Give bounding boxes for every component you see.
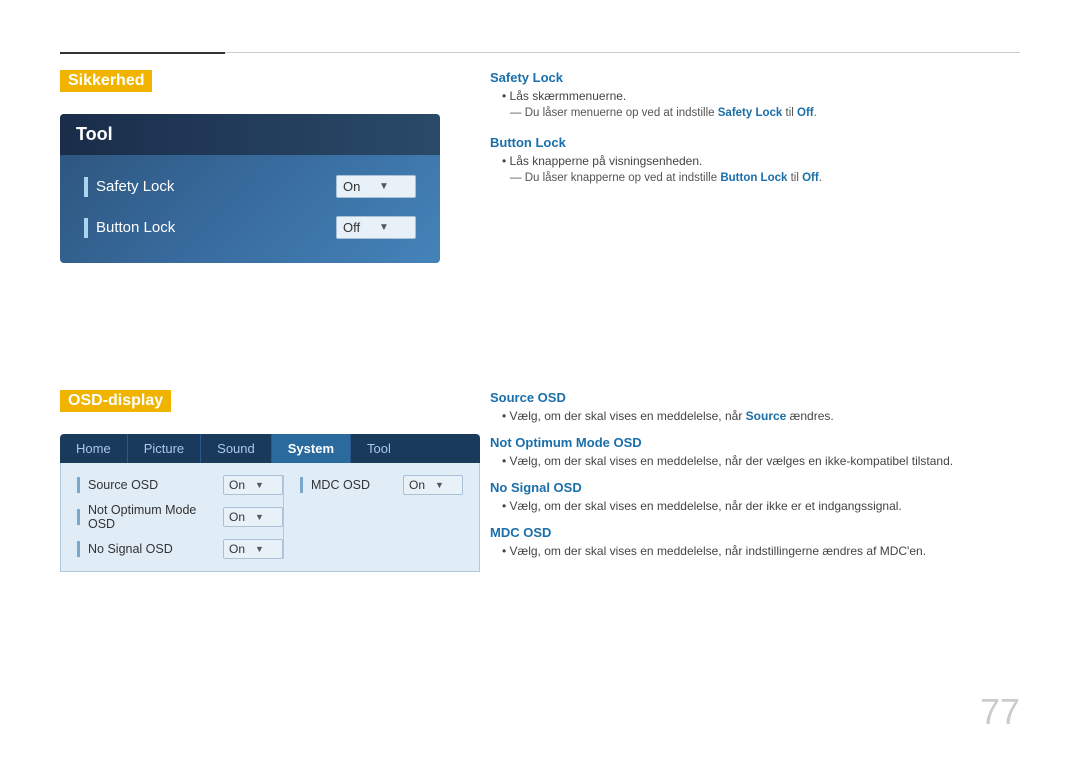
safety-lock-arrow: ▼ bbox=[379, 181, 409, 192]
tool-panel-body: Safety Lock On ▼ Button Lock Off ▼ bbox=[60, 155, 440, 263]
tool-panel-header: Tool bbox=[60, 114, 440, 155]
button-lock-arrow: ▼ bbox=[379, 222, 409, 233]
osd-source-indicator bbox=[77, 477, 80, 493]
osd-nav-picture[interactable]: Picture bbox=[128, 434, 201, 463]
safety-lock-label: Safety Lock bbox=[96, 178, 336, 195]
osd-section: OSD-display Home Picture Sound System To… bbox=[60, 390, 480, 572]
safety-lock-indicator bbox=[84, 177, 88, 197]
osd-notoptimum-indicator bbox=[77, 509, 80, 525]
button-lock-select[interactable]: Off ▼ bbox=[336, 216, 416, 239]
osd-mdc-row: MDC OSD On ▼ bbox=[300, 475, 463, 495]
mdc-osd-info-block: MDC OSD • Vælg, om der skal vises en med… bbox=[490, 525, 1020, 558]
osd-nav-tool[interactable]: Tool bbox=[351, 434, 407, 463]
osd-source-label: Source OSD bbox=[88, 478, 223, 492]
button-lock-bullet: • Lås knapperne på visningsenheden. bbox=[502, 154, 1020, 168]
osd-mdc-indicator bbox=[300, 477, 303, 493]
no-signal-title: No Signal OSD bbox=[490, 480, 1020, 495]
osd-nav-home[interactable]: Home bbox=[60, 434, 128, 463]
tool-panel-title: Tool bbox=[76, 124, 113, 144]
safety-lock-select[interactable]: On ▼ bbox=[336, 175, 416, 198]
osd-notoptimum-value: On bbox=[229, 510, 251, 524]
osd-source-value: On bbox=[229, 478, 251, 492]
osd-mdc-select[interactable]: On ▼ bbox=[403, 475, 463, 495]
button-lock-label: Button Lock bbox=[96, 219, 336, 236]
osd-nosignal-value: On bbox=[229, 542, 251, 556]
button-lock-value: Off bbox=[343, 220, 373, 235]
osd-source-arrow: ▼ bbox=[255, 480, 277, 490]
osd-nosignal-indicator bbox=[77, 541, 80, 557]
page-container: Sikkerhed Tool Safety Lock On ▼ bbox=[0, 0, 1080, 763]
osd-notoptimum-select[interactable]: On ▼ bbox=[223, 507, 283, 527]
osd-nav-sound[interactable]: Sound bbox=[201, 434, 272, 463]
safety-lock-row: Safety Lock On ▼ bbox=[84, 175, 416, 198]
osd-body: Source OSD On ▼ Not Optimum Mode OSD On … bbox=[60, 463, 480, 572]
not-optimum-bullet: • Vælg, om der skal vises en meddelelse,… bbox=[502, 454, 1020, 468]
osd-source-row: Source OSD On ▼ bbox=[77, 475, 283, 495]
osd-mdc-label: MDC OSD bbox=[311, 478, 403, 492]
no-signal-info-block: No Signal OSD • Vælg, om der skal vises … bbox=[490, 480, 1020, 513]
no-signal-bullet: • Vælg, om der skal vises en meddelelse,… bbox=[502, 499, 1020, 513]
source-osd-bullet: • Vælg, om der skal vises en meddelelse,… bbox=[502, 409, 1020, 423]
mdc-osd-bullet: • Vælg, om der skal vises en meddelelse,… bbox=[502, 544, 1020, 558]
osd-left-rows: Source OSD On ▼ Not Optimum Mode OSD On … bbox=[77, 475, 283, 559]
sikkerhed-section: Sikkerhed Tool Safety Lock On ▼ bbox=[60, 70, 440, 263]
osd-source-select[interactable]: On ▼ bbox=[223, 475, 283, 495]
not-optimum-info-block: Not Optimum Mode OSD • Vælg, om der skal… bbox=[490, 435, 1020, 468]
osd-mdc-value: On bbox=[409, 478, 431, 492]
button-lock-info-block: Button Lock • Lås knapperne på visningse… bbox=[490, 135, 1020, 184]
page-number: 77 bbox=[980, 691, 1020, 733]
osd-nav: Home Picture Sound System Tool bbox=[60, 434, 480, 463]
osd-nosignal-select[interactable]: On ▼ bbox=[223, 539, 283, 559]
top-rule-accent bbox=[60, 52, 225, 54]
osd-nosignal-arrow: ▼ bbox=[255, 544, 277, 554]
osd-nosignal-row: No Signal OSD On ▼ bbox=[77, 539, 283, 559]
sikkerhed-info: Safety Lock • Lås skærmmenuerne. ― Du lå… bbox=[490, 70, 1020, 192]
osd-nosignal-label: No Signal OSD bbox=[88, 542, 223, 556]
safety-lock-info-title: Safety Lock bbox=[490, 70, 1020, 85]
not-optimum-title: Not Optimum Mode OSD bbox=[490, 435, 1020, 450]
osd-right-rows: MDC OSD On ▼ bbox=[283, 475, 463, 559]
osd-heading: OSD-display bbox=[60, 390, 171, 412]
source-osd-info-block: Source OSD • Vælg, om der skal vises en … bbox=[490, 390, 1020, 423]
safety-lock-info-block: Safety Lock • Lås skærmmenuerne. ― Du lå… bbox=[490, 70, 1020, 119]
safety-lock-sub: ― Du låser menuerne op ved at indstille … bbox=[510, 107, 1020, 119]
osd-notoptimum-arrow: ▼ bbox=[255, 512, 277, 522]
button-lock-info-title: Button Lock bbox=[490, 135, 1020, 150]
tool-panel: Tool Safety Lock On ▼ Button Lock bbox=[60, 114, 440, 263]
sikkerhed-heading: Sikkerhed bbox=[60, 70, 152, 92]
mdc-osd-title: MDC OSD bbox=[490, 525, 1020, 540]
osd-nav-system[interactable]: System bbox=[272, 434, 351, 463]
osd-notoptimum-row: Not Optimum Mode OSD On ▼ bbox=[77, 503, 283, 531]
source-osd-title: Source OSD bbox=[490, 390, 1020, 405]
button-lock-sub: ― Du låser knapperne op ved at indstille… bbox=[510, 172, 1020, 184]
button-lock-row: Button Lock Off ▼ bbox=[84, 216, 416, 239]
safety-lock-bullet: • Lås skærmmenuerne. bbox=[502, 89, 1020, 103]
safety-lock-value: On bbox=[343, 179, 373, 194]
osd-notoptimum-label: Not Optimum Mode OSD bbox=[88, 503, 223, 531]
osd-info-right: Source OSD • Vælg, om der skal vises en … bbox=[490, 390, 1020, 562]
button-lock-indicator bbox=[84, 218, 88, 238]
osd-mdc-arrow: ▼ bbox=[435, 480, 457, 490]
